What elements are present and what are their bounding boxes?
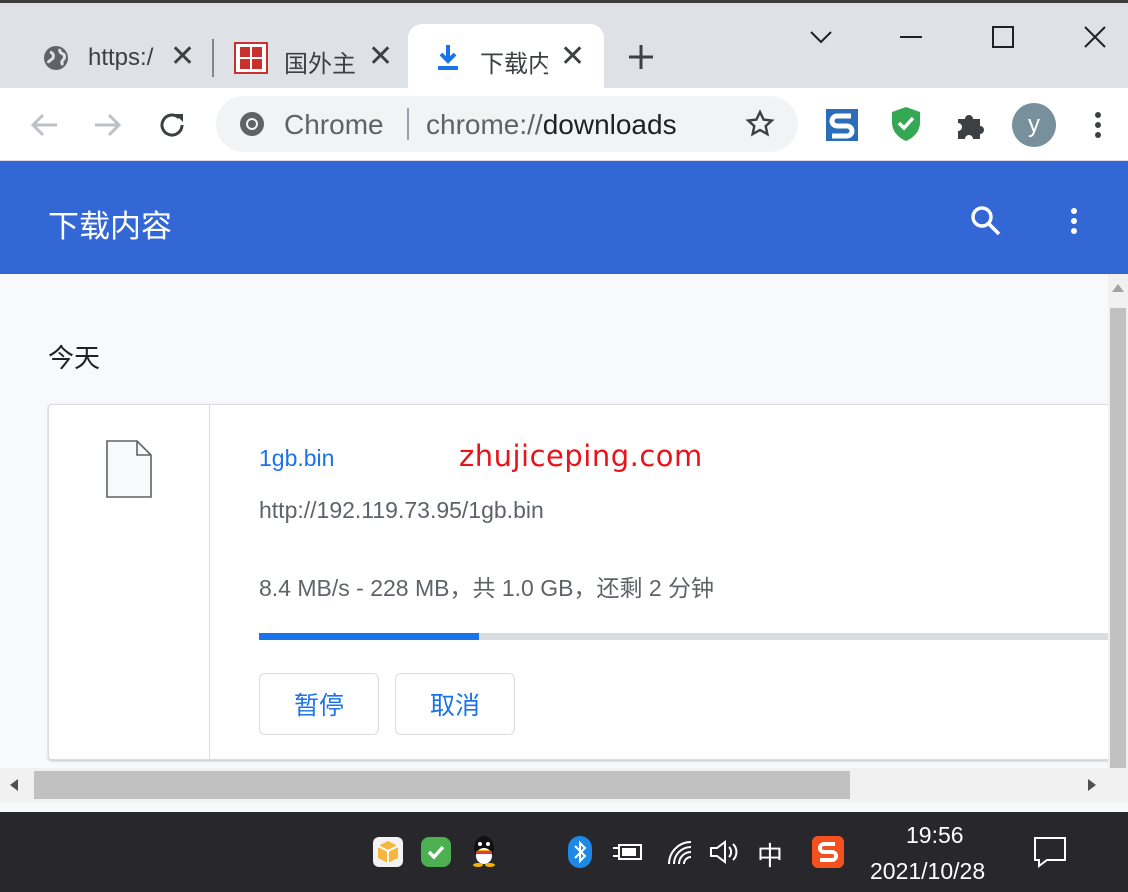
omnibox-scheme-label: Chrome (284, 109, 384, 140)
tab-close-icon[interactable]: ✕ (368, 42, 393, 72)
file-source-url[interactable]: http://192.119.73.95/1gb.bin (259, 497, 544, 524)
card-divider (209, 405, 210, 761)
pause-button[interactable]: 暂停 (259, 673, 379, 735)
date-group-label: 今天 (48, 343, 101, 373)
tab-strip: https:/ ✕ 国外主 ✕ 下载内 ✕ (0, 0, 1128, 91)
scroll-left-arrow-icon[interactable] (10, 779, 18, 791)
file-icon (105, 439, 153, 504)
downloads-list: 今天 1gb.bin zhujiceping.com http://192.11… (0, 274, 1108, 768)
more-vertical-icon[interactable] (1084, 108, 1112, 142)
tab-separator (212, 39, 214, 77)
omnibox-url[interactable]: chrome://downloads (426, 109, 677, 141)
browser-toolbar: Chrome chrome://downloads y (0, 88, 1128, 161)
chrome-logo-icon (238, 110, 266, 138)
download-status: 8.4 MB/s - 228 MB，共 1.0 GB，还剩 2 分钟 (259, 575, 715, 601)
tab-https[interactable]: https:/ ✕ (30, 24, 205, 91)
url-host: downloads (542, 109, 677, 140)
power-plug-icon[interactable] (608, 832, 648, 872)
download-icon (434, 42, 462, 72)
tab-title: 国外主 (284, 51, 356, 78)
file-name-link[interactable]: 1gb.bin (259, 445, 334, 472)
clock-date[interactable]: 2021/10/28 (870, 858, 985, 885)
close-window-icon[interactable] (1070, 17, 1120, 57)
forward-arrow-icon[interactable] (90, 108, 126, 142)
downloads-header: 下载内容 (0, 161, 1128, 274)
tab-title: 下载内 (480, 51, 548, 78)
wifi-icon[interactable] (660, 832, 700, 872)
sogou-input-icon[interactable] (808, 832, 848, 872)
globe-icon (42, 44, 70, 72)
address-bar[interactable]: Chrome chrome://downloads (216, 96, 798, 152)
watermark-text: zhujiceping.com (459, 439, 703, 473)
scroll-up-arrow-icon[interactable] (1112, 284, 1124, 292)
search-icon[interactable] (966, 201, 1006, 241)
volume-icon[interactable] (704, 832, 744, 872)
url-prefix: chrome:// (426, 109, 543, 140)
green-check-icon[interactable] (416, 832, 456, 872)
clock-time[interactable]: 19:56 (906, 822, 964, 849)
scroll-right-arrow-icon[interactable] (1088, 779, 1096, 791)
omnibox-divider (407, 108, 409, 140)
input-method-indicator[interactable]: 中 (757, 836, 783, 873)
chevron-down-icon[interactable] (796, 17, 846, 57)
tab-foreign-host[interactable]: 国外主 ✕ (222, 24, 402, 91)
maximize-icon[interactable] (978, 17, 1028, 57)
notification-center-icon[interactable] (1030, 832, 1070, 872)
app-cube-icon[interactable] (368, 832, 408, 872)
bookmark-star-icon[interactable] (744, 108, 776, 140)
qq-penguin-icon[interactable] (464, 832, 504, 872)
horizontal-scrollbar[interactable] (0, 768, 1128, 802)
minimize-icon[interactable] (886, 17, 936, 57)
cancel-button[interactable]: 取消 (395, 673, 515, 735)
tab-downloads[interactable]: 下载内 ✕ (408, 24, 604, 91)
reload-icon[interactable] (154, 107, 190, 143)
vertical-scroll-thumb[interactable] (1110, 308, 1126, 768)
page-title: 下载内容 (48, 209, 172, 244)
profile-avatar[interactable]: y (1012, 103, 1056, 147)
horizontal-scroll-thumb[interactable] (34, 771, 850, 799)
shield-check-icon[interactable] (886, 104, 926, 144)
vertical-scrollbar[interactable] (1108, 274, 1128, 768)
back-arrow-icon[interactable] (26, 108, 62, 142)
download-item-card: 1gb.bin zhujiceping.com http://192.119.7… (48, 404, 1108, 761)
extension-s-icon[interactable] (822, 106, 862, 144)
site-favicon-icon (234, 42, 268, 74)
tab-close-icon[interactable]: ✕ (170, 42, 195, 72)
more-vertical-icon[interactable] (1060, 201, 1088, 241)
new-tab-button[interactable] (628, 39, 654, 77)
progress-bar (259, 633, 1108, 640)
tab-close-icon[interactable]: ✕ (560, 42, 585, 72)
bluetooth-icon[interactable] (560, 832, 600, 872)
windows-taskbar: 中 19:56 2021/10/28 (0, 812, 1128, 892)
tab-title: https:/ (88, 44, 154, 71)
progress-fill (259, 633, 479, 640)
extensions-puzzle-icon[interactable] (950, 105, 990, 145)
